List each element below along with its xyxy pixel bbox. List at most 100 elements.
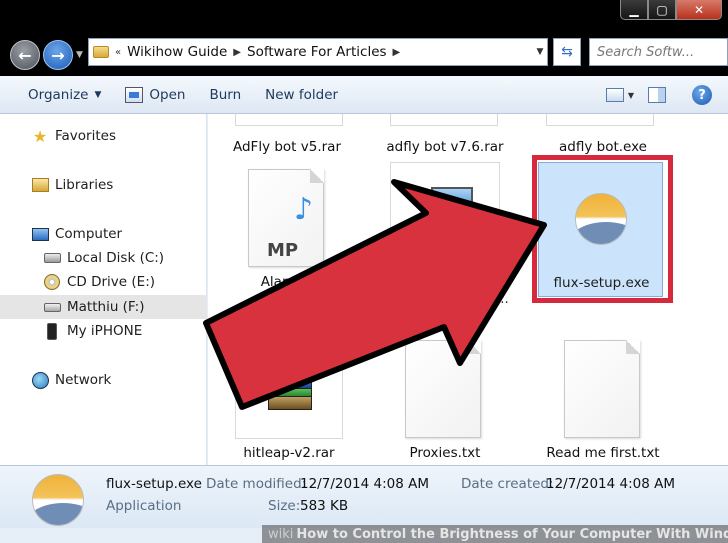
file-label: nstaller_native_b... bbox=[381, 291, 509, 307]
open-button[interactable]: Open bbox=[125, 86, 185, 103]
wikihow-watermark: wiki How to Control the Brightness of Yo… bbox=[262, 525, 728, 543]
details-size-value: 583 KB bbox=[300, 498, 349, 514]
file-label: e bbox=[440, 308, 450, 324]
refresh-icon: ⇆ bbox=[561, 44, 573, 60]
breadcrumb-chevron-icon[interactable]: ▶ bbox=[233, 47, 241, 58]
breadcrumb-wikihow-guide[interactable]: Wikihow Guide bbox=[127, 44, 227, 60]
file-hitleap[interactable]: hitleap-v2.rar bbox=[224, 445, 354, 462]
minimize-icon: ▁ bbox=[629, 2, 639, 17]
view-options-dropdown[interactable]: ▼ bbox=[628, 91, 634, 100]
flux-logo-icon bbox=[32, 474, 84, 526]
arrow-left-icon: ← bbox=[18, 45, 32, 65]
file-label: AdFly bot v5.rar bbox=[232, 139, 342, 155]
file-label: adfly bot v7.6.rar bbox=[386, 139, 504, 155]
details-file-type: Application bbox=[106, 498, 182, 514]
burn-label: Burn bbox=[209, 86, 242, 103]
organize-button[interactable]: Organize ▼ bbox=[28, 87, 101, 103]
file-adfly-bot-exe[interactable]: adfly bot.exe bbox=[538, 139, 668, 156]
address-dropdown-icon[interactable]: ▼ bbox=[533, 47, 547, 57]
chevron-down-icon: ▼ bbox=[94, 89, 102, 100]
details-size-key: Size: bbox=[268, 498, 301, 514]
maximize-button[interactable]: ▢ bbox=[648, 0, 676, 20]
nav-favorites-label: Favorites bbox=[55, 128, 116, 144]
new-folder-button[interactable]: New folder bbox=[265, 87, 338, 103]
winrar-icon bbox=[268, 366, 312, 410]
breadcrumb-software-for-articles[interactable]: Software For Articles bbox=[247, 44, 387, 60]
phone-icon bbox=[43, 322, 61, 340]
nav-libraries-label: Libraries bbox=[55, 177, 114, 193]
music-note-icon: ♪ bbox=[294, 192, 314, 227]
file-label: adfly bot.exe bbox=[559, 139, 647, 155]
file-label: Proxies.txt bbox=[409, 445, 481, 461]
help-icon[interactable]: ? bbox=[692, 85, 712, 105]
file-label: Read me first.txt bbox=[546, 445, 660, 461]
folder-icon bbox=[93, 46, 109, 58]
close-button[interactable]: ✕ bbox=[676, 0, 722, 20]
nav-cd-drive-label: CD Drive (E:) bbox=[67, 274, 156, 290]
file-read-me-first[interactable]: Read me first.txt bbox=[538, 445, 668, 462]
nav-local-disk[interactable]: Local Disk (C:) bbox=[43, 249, 164, 267]
navigation-pane: ★ Favorites Libraries Computer Local Dis… bbox=[0, 114, 207, 465]
audio-file-icon[interactable]: ♪ MP bbox=[248, 169, 324, 267]
text-file-icon[interactable] bbox=[405, 340, 481, 438]
breadcrumb-overflow-icon[interactable]: « bbox=[115, 47, 121, 58]
organize-label: Organize bbox=[28, 86, 89, 103]
nav-computer-label: Computer bbox=[55, 226, 123, 242]
recent-pages-dropdown[interactable]: ▼ bbox=[76, 50, 83, 60]
change-view-icon[interactable] bbox=[605, 88, 624, 102]
file-proxies[interactable]: Proxies.txt bbox=[380, 445, 510, 462]
installer-box-icon bbox=[419, 215, 447, 227]
hard-disk-icon bbox=[43, 249, 61, 267]
nav-cd-drive[interactable]: CD Drive (E:) bbox=[43, 273, 155, 291]
library-icon bbox=[31, 176, 49, 194]
title-bar: ▁ ▢ ✕ bbox=[0, 0, 728, 26]
nav-iphone[interactable]: My iPHONE bbox=[43, 322, 142, 340]
file-thumbnail bbox=[546, 114, 654, 126]
file-thumbnail bbox=[235, 114, 343, 126]
nav-libraries[interactable]: Libraries bbox=[31, 176, 113, 194]
annotation-highlight-box bbox=[532, 155, 673, 303]
nav-network[interactable]: Network bbox=[31, 371, 111, 389]
new-folder-label: New folder bbox=[265, 86, 339, 103]
refresh-button[interactable]: ⇆ bbox=[553, 38, 581, 66]
nav-local-disk-label: Local Disk (C:) bbox=[67, 250, 165, 266]
watermark-brand: wiki bbox=[268, 526, 294, 542]
usb-drive-icon bbox=[43, 298, 61, 316]
close-icon: ✕ bbox=[693, 2, 705, 17]
file-thumbnail bbox=[390, 114, 498, 126]
toolbar-right: ▼ ? bbox=[605, 76, 728, 114]
file-alarm[interactable]: Alarm... bbox=[222, 274, 352, 291]
star-icon: ★ bbox=[32, 126, 48, 146]
cd-drive-icon bbox=[43, 273, 61, 291]
details-file-name: flux-setup.exe bbox=[106, 476, 202, 492]
details-modified-value: 12/7/2014 4:08 AM bbox=[300, 476, 430, 492]
details-pane: flux-setup.exe Application Date modified… bbox=[0, 465, 728, 528]
maximize-icon: ▢ bbox=[656, 2, 668, 17]
mp3-icon-text: MP bbox=[267, 240, 299, 261]
nav-matthiu-drive[interactable]: Matthiu (F:) bbox=[43, 298, 144, 316]
nav-favorites[interactable]: ★ Favorites bbox=[31, 126, 116, 146]
nav-network-label: Network bbox=[55, 372, 112, 388]
burn-button[interactable]: Burn bbox=[209, 87, 241, 103]
details-created-key: Date created: bbox=[461, 476, 554, 492]
breadcrumb-chevron-icon[interactable]: ▶ bbox=[393, 47, 401, 58]
arrow-right-icon: → bbox=[51, 45, 65, 65]
search-input[interactable]: Search Softw... bbox=[589, 38, 728, 66]
text-file-icon[interactable] bbox=[564, 340, 640, 438]
watermark-title: How to Control the Brightness of Your Co… bbox=[296, 526, 728, 542]
caption-buttons: ▁ ▢ ✕ bbox=[620, 0, 722, 20]
file-adfly-bot-v5[interactable]: AdFly bot v5.rar bbox=[222, 139, 352, 156]
file-bluestacks[interactable]: BlueStacks-Thi... nstaller_native_b... e bbox=[380, 274, 510, 325]
file-label: hitleap-v2.rar bbox=[243, 445, 335, 461]
explorer-window: ▁ ▢ ✕ ← → ▼ « Wikihow Guide ▶ Software F… bbox=[0, 0, 728, 543]
address-bar[interactable]: « Wikihow Guide ▶ Software For Articles … bbox=[88, 38, 548, 66]
rar-thumbnail[interactable] bbox=[235, 339, 343, 439]
preview-pane-icon[interactable] bbox=[648, 87, 666, 103]
back-button[interactable]: ← bbox=[10, 40, 40, 70]
file-adfly-bot-v76[interactable]: adfly bot v7.6.rar bbox=[380, 139, 510, 156]
computer-icon bbox=[31, 225, 49, 243]
installer-thumbnail[interactable] bbox=[390, 162, 500, 272]
forward-button[interactable]: → bbox=[43, 40, 73, 70]
minimize-button[interactable]: ▁ bbox=[620, 0, 648, 20]
nav-computer[interactable]: Computer bbox=[31, 225, 122, 243]
